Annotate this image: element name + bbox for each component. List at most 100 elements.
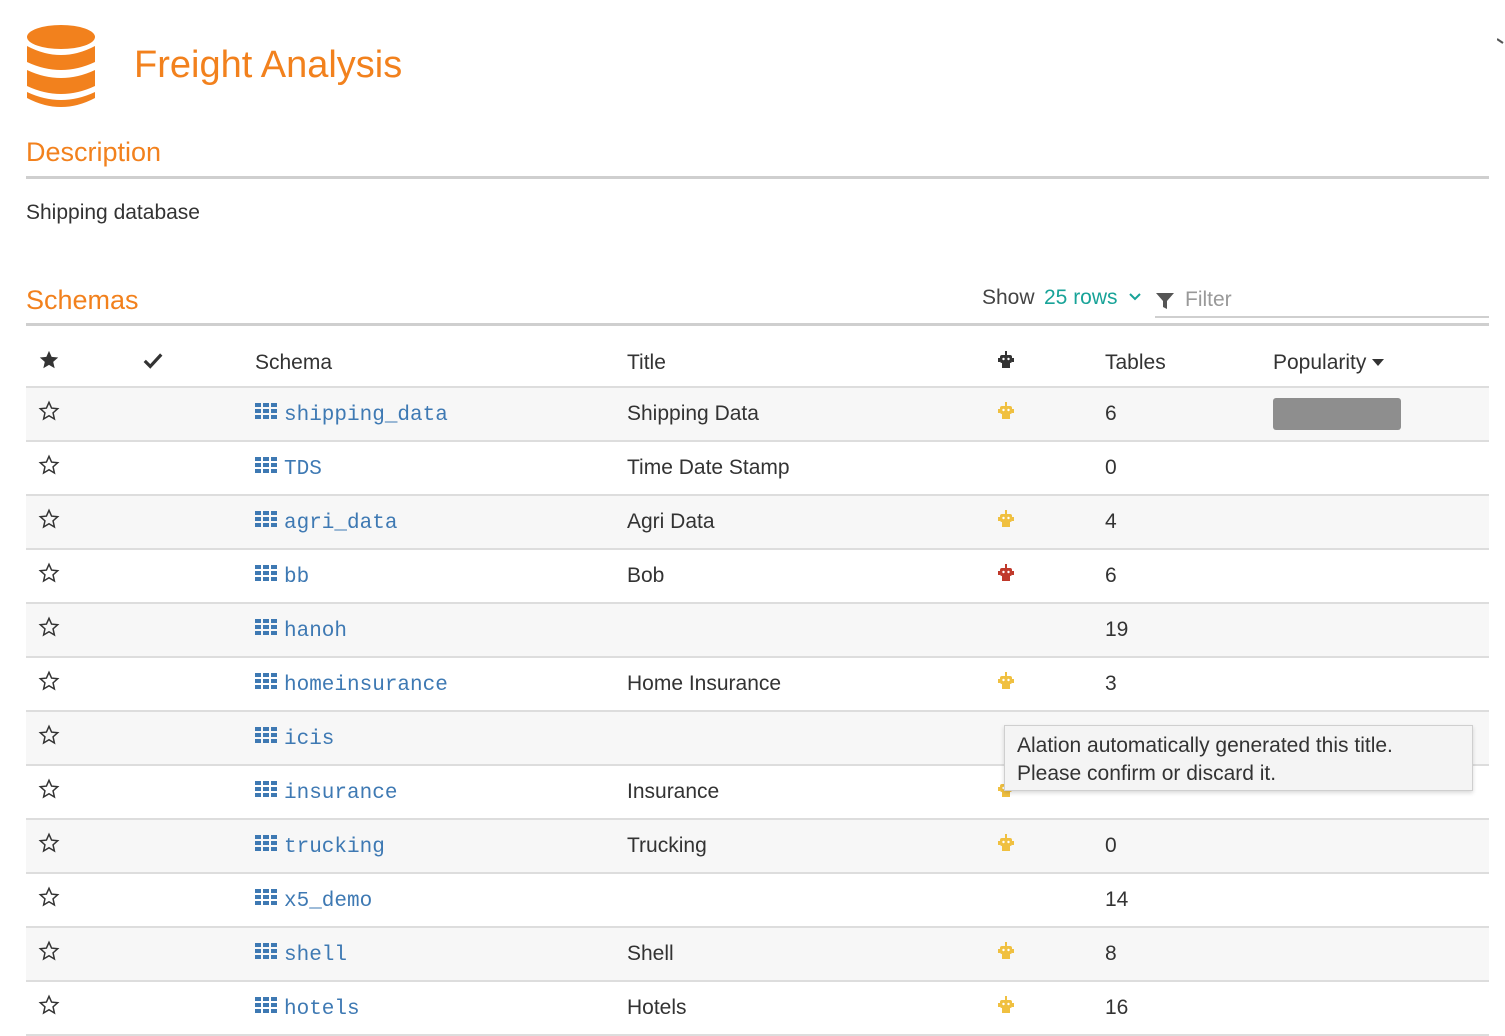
star-outline-icon[interactable] <box>38 670 60 692</box>
schema-link[interactable]: shipping_data <box>255 402 448 427</box>
favorite-star[interactable] <box>26 819 142 874</box>
schema-link[interactable]: icis <box>255 726 334 751</box>
robot-icon[interactable] <box>997 564 1015 582</box>
schema-name[interactable]: hanoh <box>284 620 347 643</box>
schema-name[interactable]: TDS <box>284 458 322 481</box>
schema-grid-icon <box>255 456 277 473</box>
schema-grid-icon <box>255 888 277 905</box>
tables-count: 19 <box>1105 603 1273 658</box>
endorsement-cell <box>142 387 255 442</box>
endorsement-cell <box>142 603 255 658</box>
favorite-star[interactable] <box>26 711 142 766</box>
schema-name[interactable]: icis <box>284 728 334 751</box>
tables-count: 0 <box>1105 819 1273 874</box>
popularity-cell <box>1273 927 1489 982</box>
popularity-column-header[interactable]: Popularity <box>1273 340 1489 388</box>
favorite-star[interactable] <box>26 927 142 982</box>
corner-chevron-icon[interactable] <box>1496 34 1505 44</box>
robot-cell[interactable] <box>985 819 1105 874</box>
robot-cell[interactable] <box>985 387 1105 442</box>
schema-link[interactable]: shell <box>255 942 347 967</box>
schema-name[interactable]: shell <box>284 944 347 967</box>
robot-cell[interactable] <box>985 981 1105 1036</box>
schema-link[interactable]: bb <box>255 564 309 589</box>
star-outline-icon[interactable] <box>38 940 60 962</box>
endorsed-column-header[interactable] <box>142 340 255 388</box>
schema-name[interactable]: bb <box>284 566 309 589</box>
favorite-star[interactable] <box>26 495 142 550</box>
title-column-header[interactable]: Title <box>627 340 985 388</box>
star-outline-icon[interactable] <box>38 994 60 1016</box>
schema-name[interactable]: insurance <box>284 782 397 805</box>
schema-link[interactable]: TDS <box>255 456 322 481</box>
endorsement-cell <box>142 549 255 604</box>
favorite-star[interactable] <box>26 873 142 928</box>
schema-name[interactable]: homeinsurance <box>284 674 448 697</box>
schema-cell: shell <box>255 927 627 982</box>
star-outline-icon[interactable] <box>38 562 60 584</box>
robot-icon[interactable] <box>997 996 1015 1014</box>
show-label: Show <box>982 286 1035 309</box>
table-row: agri_data Agri Data 4 <box>26 495 1489 550</box>
favorite-star[interactable] <box>26 387 142 442</box>
schema-name[interactable]: shipping_data <box>284 404 448 427</box>
star-outline-icon[interactable] <box>38 832 60 854</box>
robot-cell[interactable] <box>985 657 1105 712</box>
tooltip-line-1: Alation automatically generated this tit… <box>1017 734 1393 757</box>
robot-icon[interactable] <box>997 672 1015 690</box>
check-icon[interactable] <box>142 349 164 371</box>
star-outline-icon[interactable] <box>38 778 60 800</box>
favorite-star[interactable] <box>26 549 142 604</box>
tables-count: 0 <box>1105 441 1273 496</box>
schema-name[interactable]: x5_demo <box>284 890 372 913</box>
schema-name[interactable]: trucking <box>284 836 385 859</box>
rows-per-page-dropdown[interactable]: 25 rows <box>1044 286 1118 310</box>
robot-icon[interactable] <box>997 834 1015 852</box>
schema-cell: hotels <box>255 981 627 1036</box>
robot-icon[interactable] <box>997 402 1015 420</box>
favorite-star[interactable] <box>26 981 142 1036</box>
schema-grid-icon <box>255 780 277 797</box>
robot-cell[interactable] <box>985 549 1105 604</box>
popularity-cell <box>1273 657 1489 712</box>
schema-grid-icon <box>255 942 277 959</box>
star-column-header[interactable] <box>26 340 142 388</box>
star-outline-icon[interactable] <box>38 508 60 530</box>
schema-link[interactable]: x5_demo <box>255 888 372 913</box>
star-outline-icon[interactable] <box>38 454 60 476</box>
table-row: shipping_data Shipping Data 6 <box>26 387 1489 442</box>
popularity-bar <box>1273 398 1401 430</box>
star-outline-icon[interactable] <box>38 616 60 638</box>
favorite-star[interactable] <box>26 657 142 712</box>
schema-link[interactable]: trucking <box>255 834 385 859</box>
schema-grid-icon <box>255 402 277 419</box>
filter-input[interactable] <box>1185 286 1485 314</box>
schema-name[interactable]: agri_data <box>284 512 397 535</box>
favorite-star[interactable] <box>26 765 142 820</box>
schema-link[interactable]: insurance <box>255 780 397 805</box>
schema-link[interactable]: agri_data <box>255 510 397 535</box>
favorite-star[interactable] <box>26 603 142 658</box>
filter-field <box>1155 284 1489 318</box>
star-filled-icon[interactable] <box>38 349 60 371</box>
robot-column-header[interactable] <box>985 340 1105 388</box>
schema-column-header[interactable]: Schema <box>255 340 627 388</box>
robot-cell[interactable] <box>985 495 1105 550</box>
schema-cell: agri_data <box>255 495 627 550</box>
schema-cell: icis <box>255 711 627 766</box>
star-outline-icon[interactable] <box>38 400 60 422</box>
schema-cell: bb <box>255 549 627 604</box>
schema-link[interactable]: homeinsurance <box>255 672 448 697</box>
tables-count: 3 <box>1105 657 1273 712</box>
chevron-down-icon[interactable] <box>1128 290 1142 304</box>
star-outline-icon[interactable] <box>38 886 60 908</box>
schema-name[interactable]: hotels <box>284 998 360 1021</box>
schema-link[interactable]: hotels <box>255 996 360 1021</box>
schema-link[interactable]: hanoh <box>255 618 347 643</box>
favorite-star[interactable] <box>26 441 142 496</box>
robot-cell[interactable] <box>985 927 1105 982</box>
robot-icon[interactable] <box>997 942 1015 960</box>
tables-column-header[interactable]: Tables <box>1105 340 1273 388</box>
star-outline-icon[interactable] <box>38 724 60 746</box>
robot-icon[interactable] <box>997 510 1015 528</box>
